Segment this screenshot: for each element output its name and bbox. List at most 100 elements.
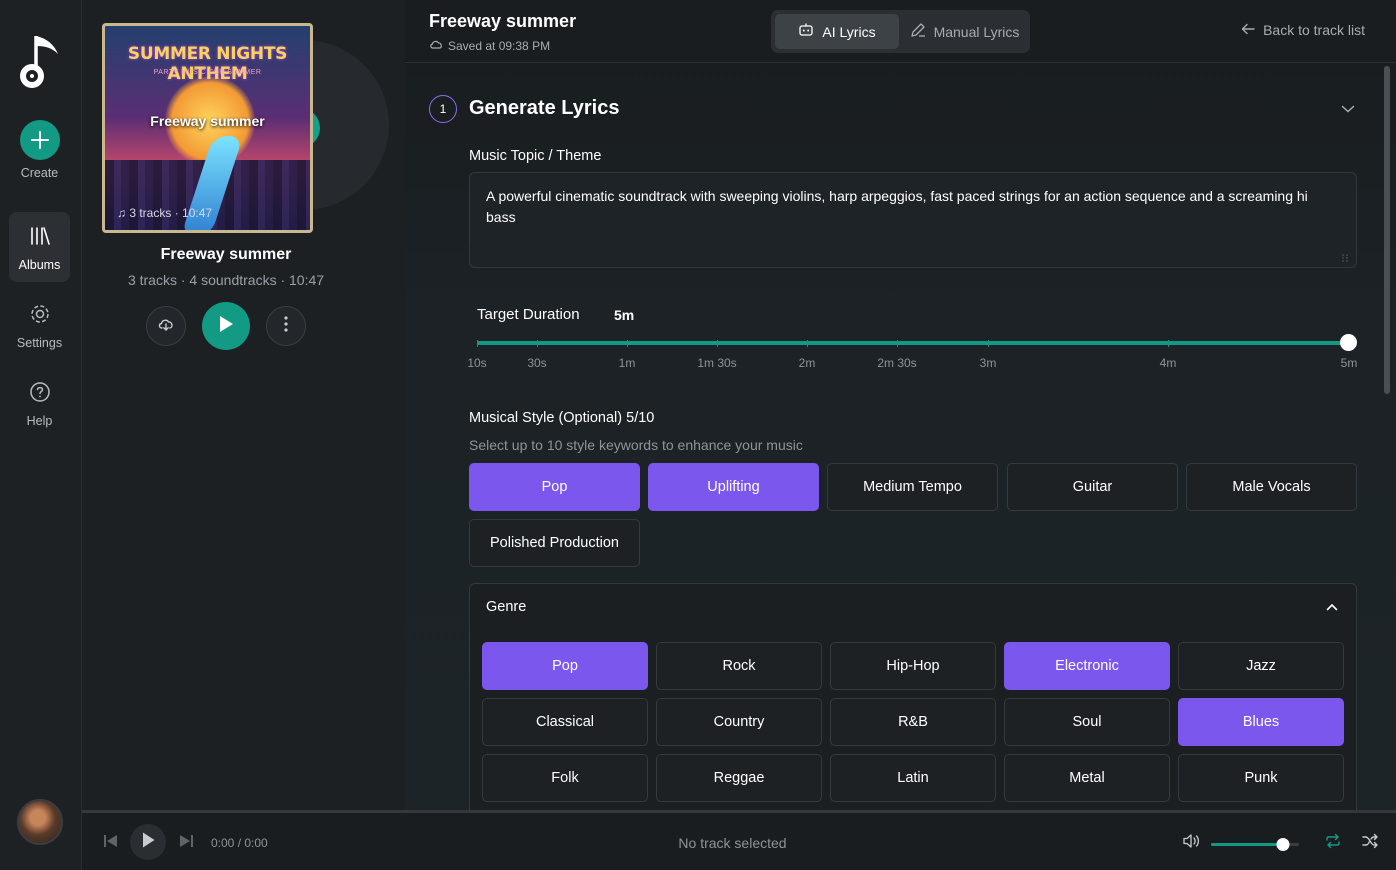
resize-handle-icon[interactable] xyxy=(1341,250,1349,262)
style-label: Musical Style (Optional) 5/10 xyxy=(469,410,655,426)
duration-tick-mark xyxy=(627,340,628,347)
skip-back-icon xyxy=(103,834,119,853)
shuffle-icon xyxy=(1361,833,1379,854)
tab-ai-lyrics[interactable]: AI Lyrics xyxy=(775,14,899,49)
genre-chip[interactable]: Electronic xyxy=(1004,642,1170,690)
back-label: Back to track list xyxy=(1263,22,1365,38)
genre-chip[interactable]: Reggae xyxy=(656,754,822,802)
duration-slider-track[interactable] xyxy=(477,341,1349,345)
lyrics-mode-toggle: AI Lyrics Manual Lyrics xyxy=(771,10,1030,53)
topic-textarea[interactable]: A powerful cinematic soundtrack with swe… xyxy=(469,172,1357,268)
duration-tick-label[interactable]: 2m 30s xyxy=(877,356,916,370)
help-label: Help xyxy=(26,414,53,428)
save-status: Saved at 09:38 PM xyxy=(429,38,550,53)
chevron-up-icon xyxy=(1326,598,1338,616)
genre-chip[interactable]: Rock xyxy=(656,642,822,690)
style-chip[interactable]: Guitar xyxy=(1007,463,1178,511)
shuffle-button[interactable] xyxy=(1360,833,1380,854)
player-play-button[interactable] xyxy=(130,824,166,860)
duration-tick-mark xyxy=(477,340,478,347)
repeat-button[interactable] xyxy=(1323,833,1343,854)
volume-slider-thumb[interactable] xyxy=(1276,838,1290,851)
duration-tick-label[interactable]: 4m xyxy=(1160,356,1177,370)
topic-label: Music Topic / Theme xyxy=(469,148,602,164)
style-chip[interactable]: Polished Production xyxy=(469,519,640,567)
duration-tick-mark xyxy=(807,340,808,347)
duration-tick-label[interactable]: 2m xyxy=(799,356,816,370)
style-chip[interactable]: Pop xyxy=(469,463,640,511)
sidebar-item-albums[interactable]: Albums xyxy=(9,212,70,282)
arrow-left-icon xyxy=(1241,22,1255,38)
genre-chip[interactable]: Jazz xyxy=(1178,642,1344,690)
sidebar-item-help[interactable]: Help xyxy=(9,368,70,438)
tab-manual-lyrics[interactable]: Manual Lyrics xyxy=(903,14,1026,49)
saved-text: Saved at 09:38 PM xyxy=(448,38,551,53)
volume-slider-fill xyxy=(1211,843,1284,846)
genre-chip[interactable]: Metal xyxy=(1004,754,1170,802)
cover-meta: ♫ 3 tracks · 10:47 xyxy=(117,206,212,220)
previous-track-button[interactable] xyxy=(102,834,120,852)
genre-chip[interactable]: Classical xyxy=(482,698,648,746)
skip-forward-icon xyxy=(178,834,194,853)
step-number: 1 xyxy=(429,95,457,123)
genre-chip[interactable]: Punk xyxy=(1178,754,1344,802)
genre-chip[interactable]: Pop xyxy=(482,642,648,690)
genre-chip[interactable]: Soul xyxy=(1004,698,1170,746)
section-title: Generate Lyrics xyxy=(469,97,620,119)
play-album-button[interactable] xyxy=(202,302,250,350)
duration-tick-mark xyxy=(988,340,989,347)
cover-title: SUMMER NIGHTS ANTHEM xyxy=(127,44,288,84)
download-button[interactable] xyxy=(146,306,186,346)
genre-chip[interactable]: Blues xyxy=(1178,698,1344,746)
album-meta: 3 tracks · 4 soundtracks · 10:47 xyxy=(127,272,325,288)
left-rail: Create Albums Settings Help xyxy=(0,0,82,870)
next-track-button[interactable] xyxy=(177,834,195,852)
duration-tick-label[interactable]: 1m 30s xyxy=(697,356,736,370)
volume-button[interactable] xyxy=(1181,833,1201,852)
collapse-genre-button[interactable] xyxy=(1323,598,1341,616)
duration-tick-mark xyxy=(537,340,538,347)
back-to-track-list-link[interactable]: Back to track list xyxy=(1241,22,1365,38)
duration-value: 5m xyxy=(614,307,635,323)
style-chip[interactable]: Medium Tempo xyxy=(827,463,998,511)
albums-label: Albums xyxy=(18,258,61,272)
duration-tick-label[interactable]: 10s xyxy=(467,356,486,370)
topic-text: A powerful cinematic soundtrack with swe… xyxy=(486,188,1308,225)
tab-manual-label: Manual Lyrics xyxy=(933,23,1020,40)
create-button[interactable]: Create xyxy=(9,120,70,190)
chevron-down-icon xyxy=(1341,100,1355,118)
genre-chip[interactable]: Folk xyxy=(482,754,648,802)
repeat-icon xyxy=(1324,833,1342,854)
music-note-icon: ♫ xyxy=(117,206,126,220)
genre-chip[interactable]: R&B xyxy=(830,698,996,746)
duration-tick-mark xyxy=(897,340,898,347)
genre-chip[interactable]: Country xyxy=(656,698,822,746)
play-icon xyxy=(140,831,156,854)
album-cover[interactable]: SUMMER NIGHTS ANTHEM PARTY MUSIC FOR SUM… xyxy=(102,23,313,233)
app-logo-icon[interactable] xyxy=(16,30,64,90)
user-avatar[interactable] xyxy=(17,799,63,845)
duration-slider-thumb[interactable] xyxy=(1340,334,1357,351)
sidebar-item-settings[interactable]: Settings xyxy=(9,290,70,360)
gear-icon xyxy=(29,303,51,328)
style-hint: Select up to 10 style keywords to enhanc… xyxy=(469,437,803,453)
genre-chip[interactable]: Hip-Hop xyxy=(830,642,996,690)
genre-chip[interactable]: Latin xyxy=(830,754,996,802)
duration-tick-label[interactable]: 3m xyxy=(980,356,997,370)
create-label: Create xyxy=(20,166,59,180)
main-scrollbar[interactable] xyxy=(1384,66,1390,394)
collapse-section-button[interactable] xyxy=(1339,100,1357,118)
style-chip[interactable]: Male Vocals xyxy=(1186,463,1357,511)
more-options-button[interactable] xyxy=(266,306,306,346)
play-icon xyxy=(217,314,235,339)
library-icon xyxy=(29,226,51,249)
duration-tick-label[interactable]: 5m xyxy=(1341,356,1358,370)
duration-tick-label[interactable]: 1m xyxy=(619,356,636,370)
page-title: Freeway summer xyxy=(429,11,577,31)
style-chip[interactable]: Uplifting xyxy=(648,463,819,511)
duration-tick-label[interactable]: 30s xyxy=(527,356,546,370)
help-icon xyxy=(29,381,51,406)
settings-label: Settings xyxy=(16,336,63,350)
playback-time: 0:00 / 0:00 xyxy=(211,836,268,850)
genre-label: Genre xyxy=(486,599,527,615)
